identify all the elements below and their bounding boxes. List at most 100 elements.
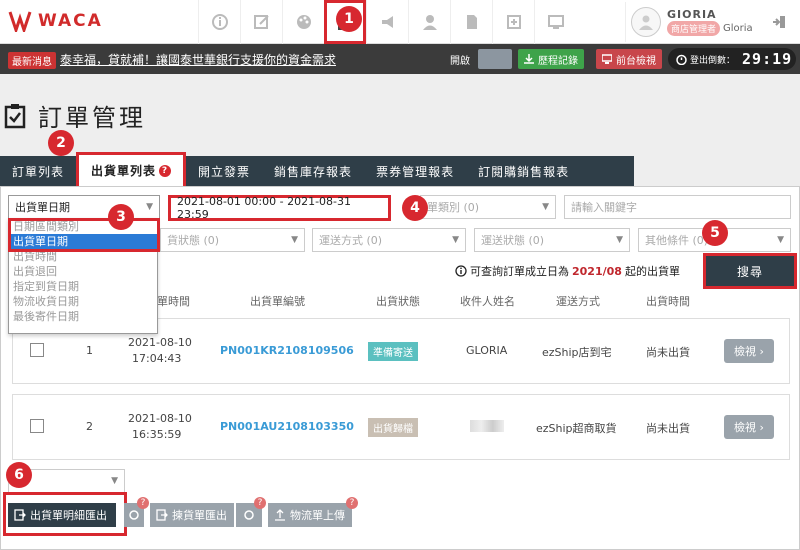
ship-time: 尚未出貨 [646, 422, 690, 435]
upload-logistics-button[interactable]: 物流單上傳 [268, 503, 352, 527]
tab-ticket-report[interactable]: 票券管理報表 [364, 156, 466, 186]
keyword-input[interactable]: 請輸入關鍵字 [564, 195, 791, 219]
user-menu[interactable]: GIORIA 商店管理者 Gloria [625, 2, 763, 42]
notice-prefix: 可查詢訂單成立日為 [470, 265, 569, 278]
other-conditions-placeholder: 其他條件 (0) [645, 234, 709, 247]
row-checkbox[interactable] [30, 343, 44, 357]
open-label: 開啟 [450, 56, 470, 67]
user-sub-name: Gloria [723, 23, 753, 34]
delivery-status-select[interactable]: 運送狀態 (0) ▼ [474, 228, 630, 252]
nav-plugins[interactable] [492, 0, 534, 44]
logo[interactable]: WACA [8, 8, 103, 34]
step-badge-5: 5 [702, 220, 728, 246]
step-badge-2: 2 [48, 130, 74, 156]
caret-down-icon: ▼ [542, 202, 549, 212]
nav-marketing[interactable] [366, 0, 408, 44]
history-button[interactable]: 歷程記錄 [518, 49, 584, 69]
dropdown-option[interactable]: 最後寄件日期 [9, 309, 157, 324]
user-name: GIORIA [667, 8, 717, 21]
tab-shipment-list[interactable]: 出貨單列表 ? [76, 152, 187, 186]
shipment-no-link[interactable]: PN001KR2108109506 [220, 344, 354, 357]
column-header-ship-time: 出貨時間 [646, 295, 690, 308]
column-header-ship-status: 出貨狀態 [376, 295, 420, 308]
export-icon [14, 509, 26, 521]
upload-logistics-label: 物流單上傳 [290, 509, 345, 522]
step-badge-4: 4 [402, 195, 428, 221]
news-bar: 最新消息 泰幸福，貸就補！讓國泰世華銀行支援你的資金需求 開啟 歷程記錄 前台檢… [0, 44, 800, 74]
row-index: 1 [86, 344, 93, 357]
nav-members[interactable] [408, 0, 450, 44]
ship-time: 尚未出貨 [646, 346, 690, 359]
help-icon[interactable]: ? [159, 164, 172, 177]
news-link[interactable]: 泰幸福，貸就補！讓國泰世華銀行支援你的資金需求 [60, 51, 336, 68]
column-header-delivery: 運送方式 [556, 295, 600, 308]
avatar [631, 7, 661, 37]
date-range-input[interactable]: 2021-08-01 00:00 - 2021-08-31 23:59 [168, 195, 391, 221]
countdown-value: 29:19 [742, 50, 793, 68]
row-time: 17:04:43 [132, 352, 182, 365]
caret-down-icon: ▼ [777, 235, 784, 245]
timer-icon [676, 54, 687, 65]
tab-label: 訂閱購銷售報表 [478, 164, 570, 179]
step-badge-6: 6 [6, 462, 32, 488]
tab-label: 銷售庫存報表 [274, 164, 353, 179]
palette-icon [295, 13, 313, 31]
date-range-value: 2021-08-01 00:00 - 2021-08-31 23:59 [177, 195, 352, 221]
tab-invoice[interactable]: 開立發票 [186, 156, 262, 186]
ship-status-select[interactable]: 貨狀態 (0) ▼ [160, 228, 305, 252]
preview-button[interactable]: 前台檢視 [596, 49, 662, 69]
help-icon[interactable]: ? [346, 497, 358, 509]
store-open-toggle[interactable] [478, 49, 512, 69]
column-header-recipient: 收件人姓名 [460, 295, 515, 308]
megaphone-icon [379, 13, 397, 31]
edit-icon [253, 13, 271, 31]
export-picking-button[interactable]: 揀貨單匯出 [150, 503, 234, 527]
nav-monitor[interactable] [534, 0, 576, 44]
delivery-method-placeholder: 運送方式 (0) [319, 234, 383, 247]
order-type-select[interactable]: 單類別 (0) ▼ [420, 195, 556, 219]
step-badge-3: 3 [108, 204, 134, 230]
user-avatar-icon [638, 14, 654, 30]
export-detail-label: 出貨單明細匯出 [30, 509, 107, 522]
date-type-select[interactable]: 出貨單日期 ▼ [8, 195, 160, 219]
news-tag: 最新消息 [8, 52, 56, 69]
refresh-icon [128, 509, 140, 521]
row-index: 2 [86, 420, 93, 433]
export-shipment-detail-button[interactable]: 出貨單明細匯出 [8, 503, 116, 527]
view-label: 檢視 [734, 345, 757, 358]
row-checkbox[interactable] [30, 419, 44, 433]
row-date: 2021-08-10 [128, 336, 192, 349]
nav-palette[interactable] [282, 0, 324, 44]
logo-text: WACA [38, 11, 103, 31]
dropdown-option[interactable]: 指定到貨日期 [9, 279, 157, 294]
tab-label: 開立發票 [198, 164, 251, 179]
help-icon[interactable]: ? [254, 497, 266, 509]
nav-edit[interactable] [240, 0, 282, 44]
nav-info[interactable] [198, 0, 240, 44]
monitor-icon [602, 54, 612, 64]
user-info: GIORIA 商店管理者 Gloria [667, 8, 753, 36]
tab-sales-inventory-report[interactable]: 銷售庫存報表 [262, 156, 364, 186]
step-badge-1: 1 [336, 6, 362, 32]
logout-icon [771, 14, 787, 30]
row-date: 2021-08-10 [128, 412, 192, 425]
help-icon[interactable]: ? [137, 497, 149, 509]
view-button[interactable]: 檢視 › [724, 415, 774, 439]
caret-down-icon: ▼ [111, 476, 118, 486]
export-pick-label: 揀貨單匯出 [172, 509, 227, 522]
column-header-shipment-no: 出貨單編號 [250, 295, 305, 308]
notice-suffix: 起的出貨單 [624, 265, 680, 278]
user-icon [421, 13, 439, 31]
logout-button[interactable] [765, 8, 793, 36]
view-button[interactable]: 檢視 › [724, 339, 774, 363]
nav-documents[interactable] [450, 0, 492, 44]
shipment-no-link[interactable]: PN001AU2108103350 [220, 420, 354, 433]
delivery-method-select[interactable]: 運送方式 (0) ▼ [312, 228, 466, 252]
tab-subscription-report[interactable]: 訂閱購銷售報表 [466, 156, 581, 186]
dropdown-option[interactable]: 出貨退回 [9, 264, 157, 279]
dropdown-option[interactable]: 物流收貨日期 [9, 294, 157, 309]
search-button[interactable]: 搜尋 [703, 253, 797, 289]
download-icon [524, 54, 534, 64]
tab-order-list[interactable]: 訂單列表 [0, 156, 76, 186]
notice-month: 2021/08 [572, 264, 622, 278]
